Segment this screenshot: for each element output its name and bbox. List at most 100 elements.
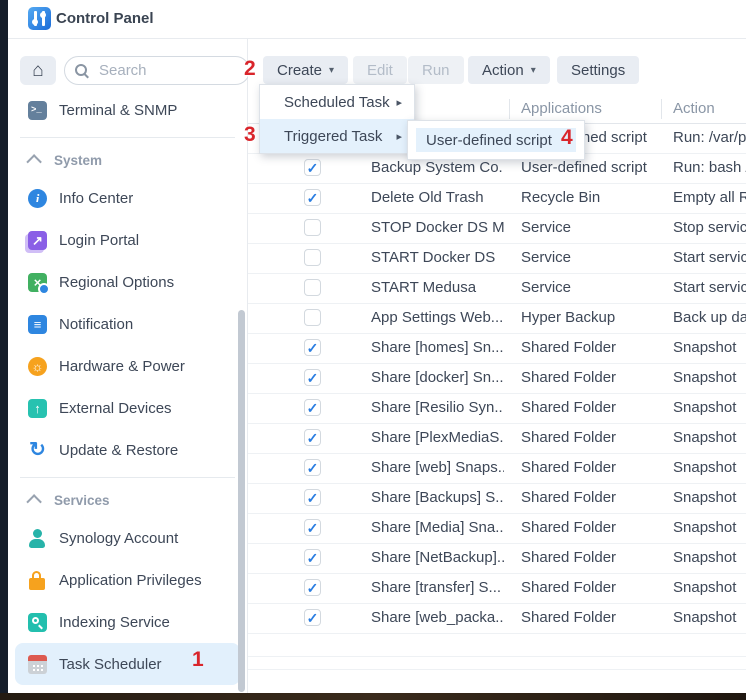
- sidebar-item-indexing-service[interactable]: Indexing Service: [8, 601, 247, 643]
- desktop: Control Panel ⌂ >_Terminal & SNMPSystemi…: [0, 0, 746, 700]
- column-header-applications[interactable]: Applications: [521, 100, 602, 117]
- enabled-checkbox-unchecked[interactable]: [304, 249, 321, 266]
- table-row[interactable]: ✓Share [homes] Sn...Shared FolderSnapsho…: [248, 334, 746, 364]
- annotation-2: 2: [244, 57, 256, 81]
- enabled-checkbox-checked[interactable]: ✓: [304, 459, 321, 476]
- sidebar-item-label: Application Privileges: [59, 572, 202, 589]
- table-row[interactable]: STOP Docker DS M...ServiceStop servic: [248, 214, 746, 244]
- enabled-checkbox-unchecked[interactable]: [304, 279, 321, 296]
- enabled-checkbox-checked[interactable]: ✓: [304, 159, 321, 176]
- table-row[interactable]: ✓Share [web_packa...Shared FolderSnapsho…: [248, 604, 746, 634]
- cell-task-name: Backup System Co...: [371, 159, 504, 176]
- info-icon: i: [28, 189, 47, 208]
- enabled-checkbox-checked[interactable]: ✓: [304, 369, 321, 386]
- sidebar-item-label: Indexing Service: [59, 614, 170, 631]
- cell-action: Snapshot: [673, 429, 746, 446]
- regional-options-icon: ×: [28, 273, 47, 292]
- sidebar: ⌂ >_Terminal & SNMP System i Info Center ↗Lo…: [8, 39, 248, 693]
- table-row[interactable]: ✓Share [Resilio Syn...Shared FolderSnaps…: [248, 394, 746, 424]
- sidebar-item-external-devices[interactable]: ↑External Devices: [8, 387, 247, 429]
- window-title: Control Panel: [56, 10, 154, 27]
- create-dropdown-menu: Scheduled Task▸Triggered Task▸: [259, 84, 415, 154]
- table-row[interactable]: ✓Share [transfer] S...Shared FolderSnaps…: [248, 574, 746, 604]
- cell-application: Shared Folder: [521, 519, 666, 536]
- table-row[interactable]: ✓Delete Old TrashRecycle BinEmpty all R: [248, 184, 746, 214]
- cell-application: Shared Folder: [521, 399, 666, 416]
- column-header-action[interactable]: Action: [673, 100, 715, 117]
- cell-application: Shared Folder: [521, 579, 666, 596]
- enabled-checkbox-unchecked[interactable]: [304, 309, 321, 326]
- create-button[interactable]: Create▾: [263, 56, 348, 84]
- cell-action: Snapshot: [673, 339, 746, 356]
- sidebar-item-task-scheduler[interactable]: Task Scheduler: [15, 643, 240, 685]
- sidebar-item-info-center[interactable]: i Info Center: [8, 177, 247, 219]
- table-row[interactable]: START Docker DSServiceStart servic: [248, 244, 746, 274]
- cell-action: Run: bash /: [673, 159, 746, 176]
- cell-application: Service: [521, 219, 666, 236]
- edit-button: Edit: [353, 56, 407, 84]
- sidebar-item-terminal-snmp[interactable]: >_Terminal & SNMP: [8, 89, 247, 131]
- annotation-4: 4: [561, 126, 573, 150]
- sidebar-item-label: Regional Options: [59, 274, 174, 291]
- enabled-checkbox-checked[interactable]: ✓: [304, 609, 321, 626]
- menu-item-scheduled-task[interactable]: Scheduled Task▸: [260, 85, 414, 119]
- enabled-checkbox-checked[interactable]: ✓: [304, 519, 321, 536]
- login-portal-icon: ↗: [28, 231, 47, 250]
- sidebar-item-login-portal[interactable]: ↗Login Portal: [8, 219, 247, 261]
- section-label: Services: [54, 493, 110, 508]
- cell-action: Snapshot: [673, 369, 746, 386]
- sidebar-item-label: Notification: [59, 316, 133, 333]
- cell-task-name: STOP Docker DS M...: [371, 219, 504, 236]
- sidebar-item-hardware-power[interactable]: ☼Hardware & Power: [8, 345, 247, 387]
- enabled-checkbox-checked[interactable]: ✓: [304, 579, 321, 596]
- sidebar-section-services[interactable]: Services: [8, 484, 247, 517]
- sidebar-item-application-privileges[interactable]: Application Privileges: [8, 559, 247, 601]
- menu-item-triggered-task[interactable]: Triggered Task▸: [260, 119, 414, 153]
- cell-application: Shared Folder: [521, 459, 666, 476]
- cell-action: Start servic: [673, 279, 746, 296]
- enabled-checkbox-checked[interactable]: ✓: [304, 399, 321, 416]
- table-row[interactable]: ✓Share [Media] Sna...Shared FolderSnapsh…: [248, 514, 746, 544]
- enabled-checkbox-unchecked[interactable]: [304, 219, 321, 236]
- cell-action: Snapshot: [673, 459, 746, 476]
- sidebar-nav: >_Terminal & SNMP System i Info Center ↗Logi…: [8, 89, 247, 693]
- table-row[interactable]: ✓Share [NetBackup]...Shared FolderSnapsh…: [248, 544, 746, 574]
- table-row[interactable]: App Settings Web...Hyper BackupBack up d…: [248, 304, 746, 334]
- sidebar-item-label: Info Center: [59, 190, 133, 207]
- action-button[interactable]: Action▾: [468, 56, 550, 84]
- sidebar-item-regional-options[interactable]: × Regional Options: [8, 261, 247, 303]
- annotation-1: 1: [192, 648, 204, 672]
- enabled-checkbox-checked[interactable]: ✓: [304, 339, 321, 356]
- cell-task-name: Share [transfer] S...: [371, 579, 504, 596]
- table-row[interactable]: ✓Share [web] Snaps...Shared FolderSnapsh…: [248, 454, 746, 484]
- table-row[interactable]: ✓Share [PlexMediaS...Shared FolderSnapsh…: [248, 424, 746, 454]
- sidebar-item-notification[interactable]: ≡Notification: [8, 303, 247, 345]
- enabled-checkbox-checked[interactable]: ✓: [304, 189, 321, 206]
- button-label: Run: [422, 62, 450, 79]
- desktop-wallpaper-strip: [0, 693, 746, 700]
- sidebar-item-update-restore[interactable]: ↻Update & Restore: [8, 429, 247, 471]
- sidebar-scrollbar[interactable]: [238, 310, 245, 692]
- cell-task-name: Share [docker] Sn...: [371, 369, 504, 386]
- caret-down-icon: ▾: [531, 65, 536, 76]
- table-row[interactable]: START MedusaServiceStart servic: [248, 274, 746, 304]
- sidebar-item-label: Task Scheduler: [59, 656, 162, 673]
- home-button[interactable]: ⌂: [20, 56, 56, 85]
- cell-application: Shared Folder: [521, 369, 666, 386]
- cell-application: Shared Folder: [521, 609, 666, 626]
- table-row[interactable]: ✓ Share [docker] Sn... Shared Folder Snapsh…: [248, 364, 746, 394]
- search-input[interactable]: [97, 61, 239, 80]
- table-row[interactable]: ✓Share [Backups] S...Shared FolderSnapsh…: [248, 484, 746, 514]
- caret-down-icon: ▾: [329, 65, 334, 76]
- enabled-checkbox-checked[interactable]: ✓: [304, 429, 321, 446]
- cell-action: Snapshot: [673, 549, 746, 566]
- settings-button[interactable]: Settings: [557, 56, 639, 84]
- sidebar-section-system[interactable]: System: [8, 144, 247, 177]
- sidebar-item-synology-account[interactable]: Synology Account: [8, 517, 247, 559]
- enabled-checkbox-checked[interactable]: ✓: [304, 489, 321, 506]
- cell-application: User-defined script: [521, 159, 666, 176]
- enabled-checkbox-checked[interactable]: ✓: [304, 549, 321, 566]
- submenu-item-user-defined-script[interactable]: User-defined script: [416, 128, 576, 152]
- cell-action: Snapshot: [673, 609, 746, 626]
- terminal-icon: >_: [28, 101, 47, 120]
